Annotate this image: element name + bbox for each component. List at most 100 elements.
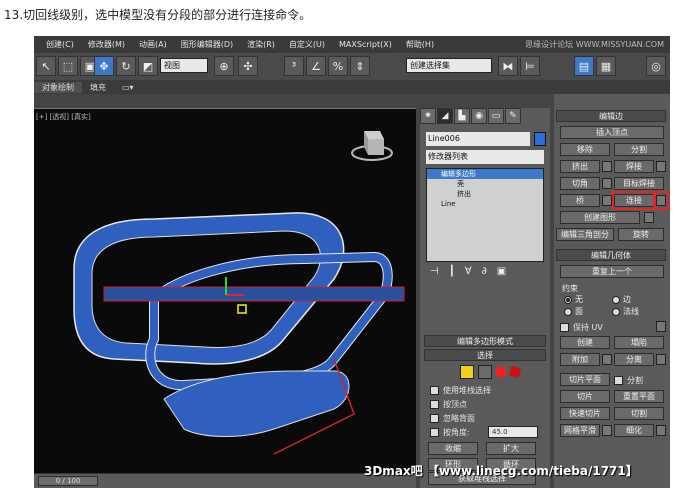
object-color-swatch[interactable] [534, 132, 546, 146]
motion-tab-icon[interactable]: ◉ [471, 108, 487, 124]
display-tab-icon[interactable]: ▭ [488, 108, 504, 124]
meshsmooth-settings-icon[interactable] [602, 425, 612, 436]
weld-settings-icon[interactable] [656, 161, 666, 172]
chamfer-settings-icon[interactable] [602, 178, 612, 189]
object-name-field[interactable]: Line006 [426, 132, 530, 146]
slice-plane-button[interactable]: 切片平面 [560, 373, 610, 386]
menu-item[interactable]: 动画(A) [139, 39, 167, 50]
detach-button[interactable]: 分离 [614, 353, 654, 366]
repeat-last-button[interactable]: 重复上一个 [560, 265, 664, 278]
edit-triangulation-button[interactable]: 编辑三角剖分 [556, 228, 614, 241]
snap-icon[interactable]: ³ [284, 56, 304, 76]
move-icon[interactable]: ✥ [94, 56, 114, 76]
shrink-button[interactable]: 收缩 [428, 442, 478, 455]
chamfer-button[interactable]: 切角 [560, 177, 600, 190]
show-end-result-icon[interactable]: ┃ [449, 266, 455, 282]
render-icon[interactable]: ◎ [646, 56, 666, 76]
time-slider-thumb[interactable]: 0 / 100 [38, 476, 98, 486]
align-icon[interactable]: ⊨ [520, 56, 540, 76]
collapse-button[interactable]: 塌陷 [614, 336, 664, 349]
named-selection-select[interactable]: 创建选择集 [406, 58, 492, 73]
hierarchy-tab-icon[interactable]: ▙ [454, 108, 470, 124]
target-weld-button[interactable]: 目标焊接 [614, 177, 664, 190]
extrude-settings-icon[interactable] [602, 161, 612, 172]
edge-mode-icon[interactable] [478, 365, 492, 379]
stack-item-edit-poly[interactable]: 编辑多边形 [427, 169, 543, 179]
turn-button[interactable]: 旋转 [618, 228, 664, 241]
menu-item[interactable]: 帮助(H) [406, 39, 434, 50]
edit-geometry-rollout[interactable]: 编辑几何体 [556, 249, 666, 261]
insert-vertex-button[interactable]: 插入顶点 [560, 126, 664, 139]
modify-tab-icon[interactable]: ◢ [437, 108, 453, 124]
manipulate-icon[interactable]: ✣ [238, 56, 258, 76]
select-icon[interactable]: ↖ [36, 56, 56, 76]
detach-settings-icon[interactable] [656, 354, 666, 365]
bridge-button[interactable]: 桥 [560, 194, 600, 207]
create-button[interactable]: 创建 [560, 336, 610, 349]
split-checkbox[interactable]: 分割 [614, 375, 643, 386]
constraint-face-radio[interactable]: 面 [564, 306, 583, 317]
ribbon-tab[interactable]: 对象绘制 [34, 81, 82, 93]
perspective-viewport[interactable]: [+] [透视] [真实] [34, 108, 416, 476]
preserve-uv-settings-icon[interactable] [656, 321, 666, 332]
by-vertex-checkbox[interactable]: 按顶点 [430, 399, 467, 410]
menu-item[interactable]: 图形编辑器(D) [181, 39, 233, 50]
angle-spinner[interactable]: 45.0 [488, 426, 538, 438]
remove-button[interactable]: 移除 [560, 143, 610, 156]
edit-edges-rollout[interactable]: 编辑边 [556, 110, 666, 122]
stack-item-shell[interactable]: 壳 [427, 179, 543, 189]
create-tab-icon[interactable]: ✷ [420, 108, 436, 124]
polygon-mode-icon[interactable] [496, 367, 506, 377]
configure-sets-icon[interactable]: ▣ [497, 266, 506, 282]
ribbon-tab[interactable]: 填充 [82, 82, 114, 93]
menu-item[interactable]: 创建(C) [46, 39, 74, 50]
menu-item[interactable]: 修改器(M) [88, 39, 125, 50]
bridge-settings-icon[interactable] [602, 195, 612, 206]
create-shape-button[interactable]: 创建图形 [560, 211, 640, 224]
modifier-list-dropdown[interactable]: 修改器列表 [426, 150, 544, 164]
selection-rollout[interactable]: 选择 [424, 349, 546, 361]
by-angle-checkbox[interactable]: 按角度: [430, 427, 470, 438]
menu-item[interactable]: 渲染(R) [247, 39, 275, 50]
ignore-backfacing-checkbox[interactable]: 忽略背面 [430, 413, 475, 424]
edit-poly-mode-rollout[interactable]: 编辑多边形模式 [424, 335, 546, 347]
quickslice-button[interactable]: 快速切片 [560, 407, 610, 420]
menu-item[interactable]: MAXScript(X) [339, 40, 392, 49]
time-slider[interactable]: 0 / 100 [34, 473, 416, 488]
use-stack-selection-checkbox[interactable]: 使用堆栈选择 [430, 385, 491, 396]
cut-button[interactable]: 切割 [614, 407, 664, 420]
pivot-icon[interactable]: ⊕ [214, 56, 234, 76]
make-unique-icon[interactable]: ∀ [465, 266, 472, 282]
constraint-normal-radio[interactable]: 法线 [612, 306, 639, 317]
pin-stack-icon[interactable]: ⊣ [430, 266, 439, 282]
mirror-icon[interactable]: ⧓ [498, 56, 518, 76]
extrude-button[interactable]: 挤出 [560, 160, 600, 173]
spinner-snap-icon[interactable]: ⇕ [350, 56, 370, 76]
ribbon-dropdown-icon[interactable]: ▭▾ [114, 83, 142, 92]
constraint-edge-radio[interactable]: 边 [612, 294, 631, 305]
menu-item[interactable]: 自定义(U) [289, 39, 325, 50]
remove-modifier-icon[interactable]: ∂ [482, 266, 487, 282]
split-button[interactable]: 分割 [614, 143, 664, 156]
meshsmooth-button[interactable]: 网格平滑 [560, 424, 600, 437]
attach-list-icon[interactable] [602, 354, 612, 365]
create-shape-settings-icon[interactable] [644, 212, 654, 223]
element-mode-icon[interactable] [508, 365, 522, 379]
constraint-none-radio[interactable]: 无 [564, 294, 583, 305]
vertex-mode-icon[interactable] [460, 365, 474, 379]
stack-item-extrude[interactable]: 挤出 [427, 189, 543, 199]
weld-button[interactable]: 焊接 [614, 160, 654, 173]
attach-button[interactable]: 附加 [560, 353, 600, 366]
grow-button[interactable]: 扩大 [486, 442, 536, 455]
layer-icon[interactable]: ▤ [574, 56, 594, 76]
reset-plane-button[interactable]: 重置平面 [614, 390, 664, 403]
rotate-icon[interactable]: ↻ [116, 56, 136, 76]
region-select-icon[interactable]: ⬚ [58, 56, 78, 76]
utilities-tab-icon[interactable]: ✎ [505, 108, 521, 124]
reference-coord-select[interactable]: 视图 [160, 58, 208, 73]
tessellate-settings-icon[interactable] [656, 425, 666, 436]
angle-snap-icon[interactable]: ∠ [306, 56, 326, 76]
tessellate-button[interactable]: 细化 [614, 424, 654, 437]
scale-icon[interactable]: ◩ [138, 56, 158, 76]
slice-button[interactable]: 切片 [560, 390, 610, 403]
